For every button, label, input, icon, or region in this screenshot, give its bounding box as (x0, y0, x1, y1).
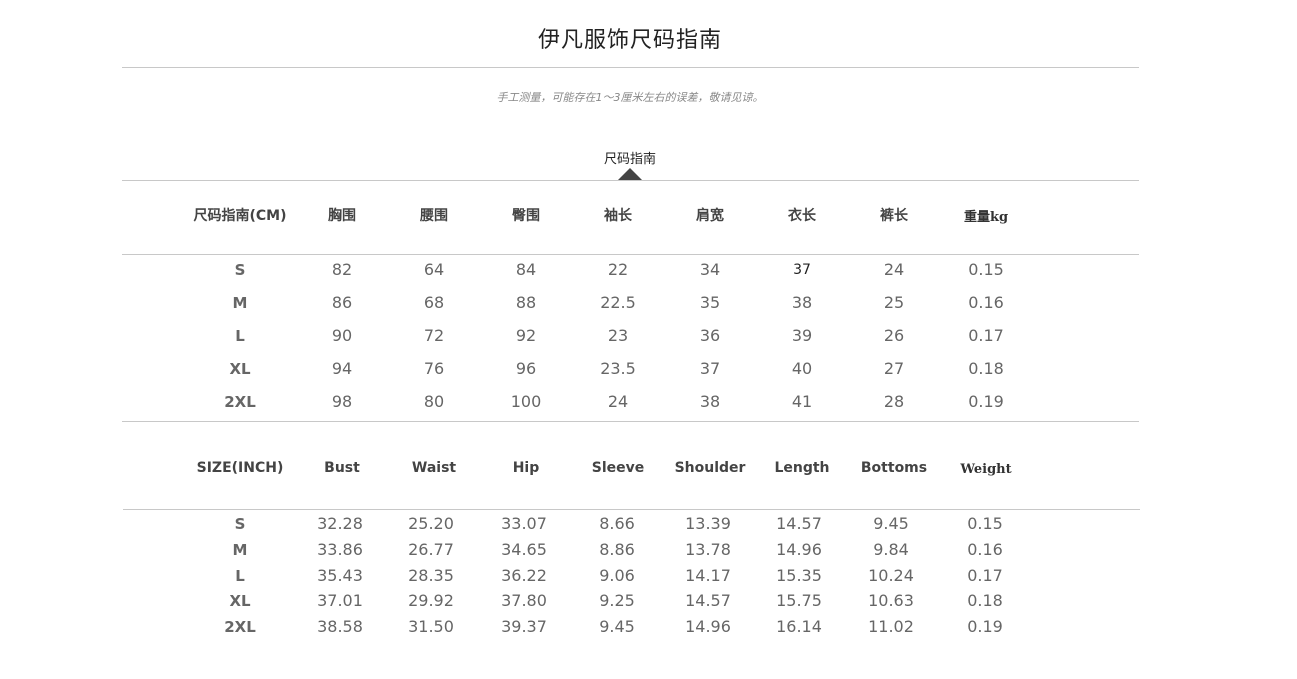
table-row: XL 94 76 96 23.5 37 40 27 0.18 (0, 357, 1297, 381)
title-divider (122, 67, 1139, 68)
table-row: 2XL 38.58 31.50 39.37 9.45 14.96 16.14 1… (0, 615, 1297, 639)
tab-pointer-icon (618, 168, 642, 180)
table-cell: 0.16 (968, 293, 1004, 312)
inch-header-divider (123, 509, 1140, 510)
table-cell: 0.19 (968, 392, 1004, 411)
table-row: XL 37.01 29.92 37.80 9.25 14.57 15.75 10… (0, 589, 1297, 613)
cm-header-weight: 重量kg (963, 210, 1009, 225)
section-tab: 尺码指南 (603, 152, 656, 167)
tab-divider (122, 180, 1139, 181)
table-row: L 90 72 92 23 36 39 26 0.17 (0, 324, 1297, 348)
table-row: M 86 68 88 22.5 35 38 25 0.16 (0, 291, 1297, 315)
table-divider (122, 421, 1139, 422)
table-cell: 0.18 (967, 591, 1003, 610)
cm-header-divider (122, 254, 1139, 255)
table-row: L 35.43 28.35 36.22 9.06 14.17 15.35 10.… (0, 564, 1297, 588)
table-row: S 82 64 84 22 34 37 24 0.15 (0, 258, 1297, 282)
table-cell: 0.16 (967, 540, 1003, 559)
measurement-note: 手工测量，可能存在1～3厘米左右的误差，敬请见谅。 (496, 91, 764, 104)
table-cell: 0.19 (967, 617, 1003, 636)
table-cell: 0.15 (967, 514, 1003, 533)
inch-header-row: SIZE(INCH) Bust Waist Hip Sleeve Shoulde… (0, 456, 1297, 480)
table-row: S 32.28 25.20 33.07 8.66 13.39 14.57 9.4… (0, 512, 1297, 536)
table-cell: 0.17 (967, 566, 1003, 585)
table-cell: 0.18 (968, 359, 1004, 378)
table-row: M 33.86 26.77 34.65 8.86 13.78 14.96 9.8… (0, 538, 1297, 562)
inch-header-weight: Weight (960, 462, 1012, 477)
table-row: 2XL 98 80 100 24 38 41 28 0.19 (0, 390, 1297, 414)
table-cell: 0.15 (968, 260, 1004, 279)
page-title: 伊凡服饰尺码指南 (537, 28, 722, 53)
cm-header-row: 尺码指南(CM) 胸围 腰围 臀围 袖长 肩宽 衣长 裤长 重量kg (0, 204, 1297, 228)
table-cell: 0.17 (968, 326, 1004, 345)
